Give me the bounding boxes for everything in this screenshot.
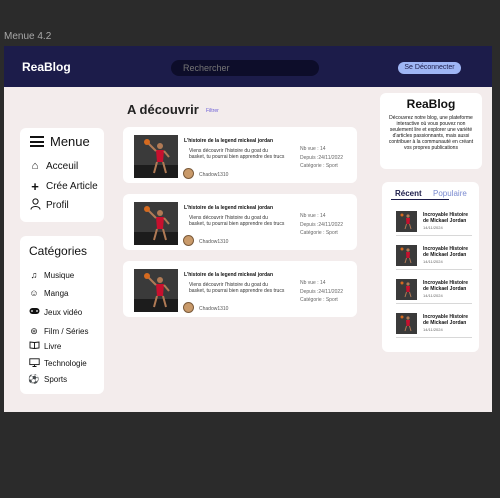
- post-date: Depuis :24/11/2022: [300, 155, 343, 161]
- post-description: Viens découvrir l'histoire du goat du ba…: [189, 148, 285, 160]
- list-item-date: 14/11/2024: [423, 259, 443, 264]
- category-video-games[interactable]: Jeux vidéo: [28, 307, 82, 317]
- about-title: ReaBlog: [406, 97, 456, 111]
- author-avatar[interactable]: [183, 235, 194, 246]
- list-item-title: Incroyable Histoire de Mickael Jordan: [423, 212, 469, 224]
- user-icon: [28, 198, 42, 213]
- post-views: Nb vue : 14: [300, 280, 326, 286]
- film-icon: ⊛: [30, 326, 38, 336]
- list-item-date: 14/11/2024: [423, 327, 443, 332]
- author-avatar[interactable]: [183, 168, 194, 179]
- book-icon: [28, 341, 40, 351]
- post-description: Viens découvrir l'histoire du goat du ba…: [189, 282, 285, 294]
- logout-button[interactable]: Se Déconnecter: [398, 62, 461, 74]
- menu-item-home[interactable]: ⌂ Acceuil: [28, 160, 79, 172]
- post-title[interactable]: L'histoire de la legend mickeal jordan: [184, 272, 294, 278]
- post-category: Catégorie : Sport: [300, 230, 338, 236]
- music-icon: ♫: [30, 270, 38, 280]
- post-title[interactable]: L'histoire de la legend mickeal jordan: [184, 205, 294, 211]
- menu-item-profile[interactable]: Profil: [28, 198, 69, 213]
- post-card[interactable]: L'histoire de la legend mickeal jordan V…: [123, 261, 357, 317]
- category-music[interactable]: ♫ Musique: [28, 270, 75, 280]
- category-label: Manga: [44, 288, 69, 298]
- gamepad-icon: [28, 307, 40, 317]
- post-author[interactable]: Chadow1310: [199, 172, 228, 178]
- plus-icon: +: [31, 179, 39, 194]
- menu-item-create-article[interactable]: + Crée Article: [28, 179, 98, 194]
- home-icon: ⌂: [31, 160, 39, 172]
- list-item-thumbnail: [396, 211, 417, 232]
- tab-popular[interactable]: Populaire: [433, 189, 467, 198]
- tab-underline: [391, 199, 449, 200]
- list-item[interactable]: Incroyable Histoire de Mickael Jordan 14…: [396, 244, 472, 270]
- post-date: Depuis :24/11/2022: [300, 222, 343, 228]
- post-author[interactable]: Chadow1310: [199, 306, 228, 312]
- list-item[interactable]: Incroyable Histoire de Mickael Jordan 14…: [396, 312, 472, 338]
- about-card: ReaBlog Découvrez notre blog, une platef…: [380, 93, 482, 169]
- category-label: Sports: [44, 375, 68, 384]
- post-author[interactable]: Chadow1310: [199, 239, 228, 245]
- post-description: Viens découvrir l'histoire du goat du ba…: [189, 215, 285, 227]
- manga-icon: ☺: [29, 288, 39, 298]
- list-item-date: 14/11/2024: [423, 293, 443, 298]
- post-thumbnail: [134, 135, 178, 178]
- monitor-icon: [28, 358, 40, 369]
- menu-item-label: Acceuil: [46, 160, 79, 172]
- post-views: Nb vue : 14: [300, 146, 326, 152]
- menu-card: Menue ⌂ Acceuil + Crée Article Profil: [20, 128, 104, 222]
- category-book[interactable]: Livre: [28, 341, 61, 351]
- post-thumbnail: [134, 202, 178, 245]
- category-film-series[interactable]: ⊛ Film / Séries: [28, 326, 88, 337]
- categories-title: Catégories: [29, 244, 88, 258]
- recent-popular-panel: Récent Populaire Incroyable Histoire de …: [382, 182, 479, 352]
- post-category: Catégorie : Sport: [300, 163, 338, 169]
- ball-icon: ⚽: [28, 374, 40, 384]
- category-label: Livre: [44, 341, 62, 351]
- about-text: Découvrez notre blog, une plateforme int…: [388, 115, 474, 151]
- post-card[interactable]: L'histoire de la legend mickeal jordan V…: [123, 127, 357, 183]
- search-input[interactable]: [171, 60, 319, 76]
- list-item-thumbnail: [396, 279, 417, 300]
- list-item[interactable]: Incroyable Histoire de Mickael Jordan 14…: [396, 210, 472, 236]
- menu-item-label: Profil: [46, 200, 69, 211]
- menu-item-label: Crée Article: [46, 181, 98, 192]
- menu-title: Menue: [30, 134, 90, 149]
- category-technology[interactable]: Technologie: [28, 358, 87, 369]
- author-avatar[interactable]: [183, 302, 194, 313]
- app-window: ReaBlog Se Déconnecter Menue ⌂ Acceuil +…: [4, 46, 492, 412]
- post-category: Catégorie : Sport: [300, 297, 338, 303]
- frame-label: Menue 4.2: [4, 31, 52, 42]
- category-sports[interactable]: ⚽ Sports: [28, 374, 67, 385]
- list-item[interactable]: Incroyable Histoire de Mickael Jordan 14…: [396, 278, 472, 304]
- post-date: Depuis :24/11/2022: [300, 289, 343, 295]
- post-card[interactable]: L'histoire de la legend mickeal jordan V…: [123, 194, 357, 250]
- menu-title-label: Menue: [50, 134, 90, 149]
- list-item-date: 14/11/2024: [423, 225, 443, 230]
- hamburger-icon[interactable]: [30, 136, 44, 147]
- page-title: A découvrir: [127, 102, 199, 117]
- category-label: Musique: [44, 270, 75, 280]
- post-title[interactable]: L'histoire de la legend mickeal jordan: [184, 138, 294, 144]
- post-thumbnail: [134, 269, 178, 312]
- filter-link[interactable]: Filtrer: [206, 108, 219, 114]
- list-item-title: Incroyable Histoire de Mickael Jordan: [423, 314, 469, 326]
- tab-recent[interactable]: Récent: [395, 189, 422, 198]
- site-logo[interactable]: ReaBlog: [22, 60, 71, 74]
- top-navbar: ReaBlog Se Déconnecter: [4, 46, 492, 87]
- list-item-title: Incroyable Histoire de Mickael Jordan: [423, 280, 469, 292]
- list-item-thumbnail: [396, 313, 417, 334]
- categories-card: Catégories ♫ Musique ☺ Manga Jeux vidéo …: [20, 236, 104, 394]
- category-manga[interactable]: ☺ Manga: [28, 288, 68, 298]
- post-views: Nb vue : 14: [300, 213, 326, 219]
- list-item-title: Incroyable Histoire de Mickael Jordan: [423, 246, 469, 258]
- list-item-thumbnail: [396, 245, 417, 266]
- category-label: Technologie: [44, 359, 87, 368]
- category-label: Jeux vidéo: [44, 307, 83, 317]
- category-label: Film / Séries: [44, 327, 89, 336]
